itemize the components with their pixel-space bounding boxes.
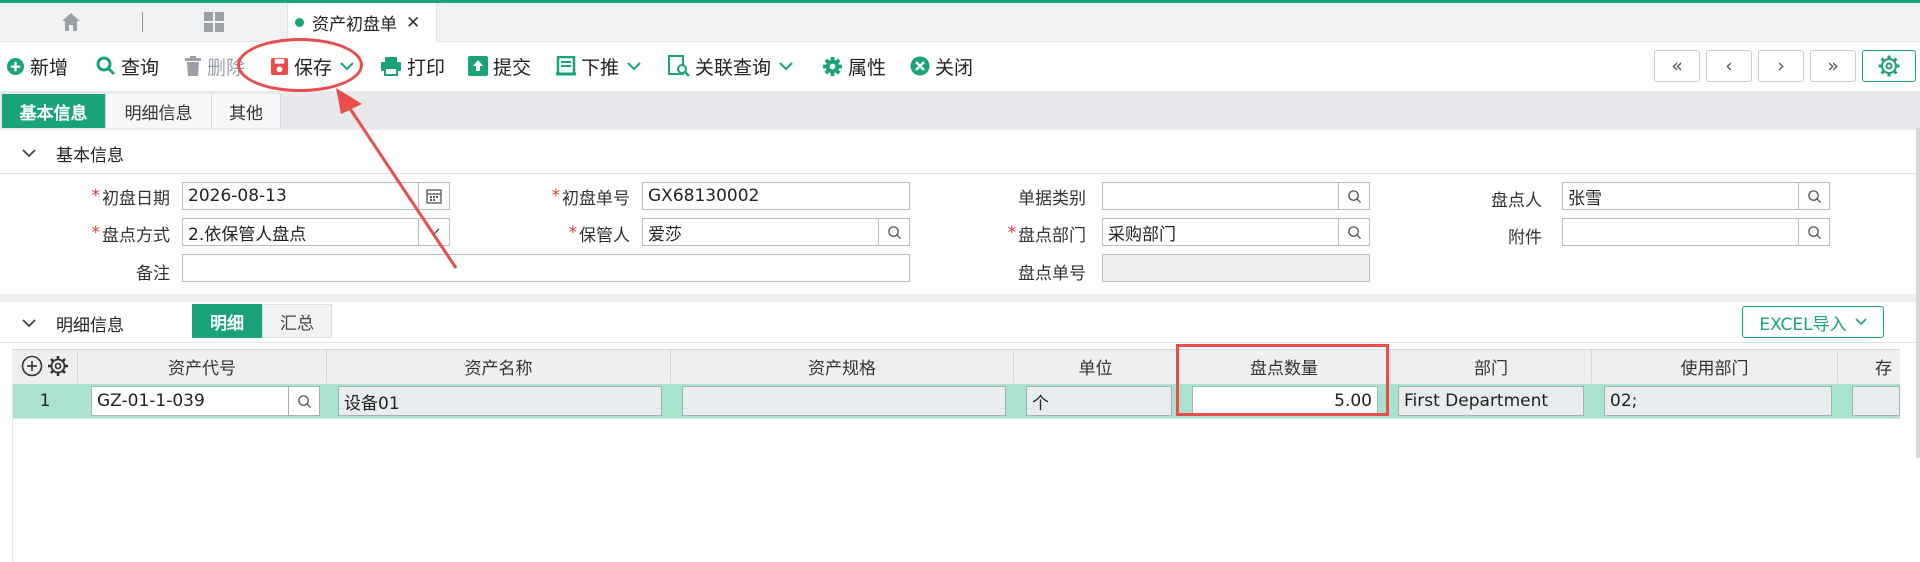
annotation-arrow xyxy=(336,88,458,269)
